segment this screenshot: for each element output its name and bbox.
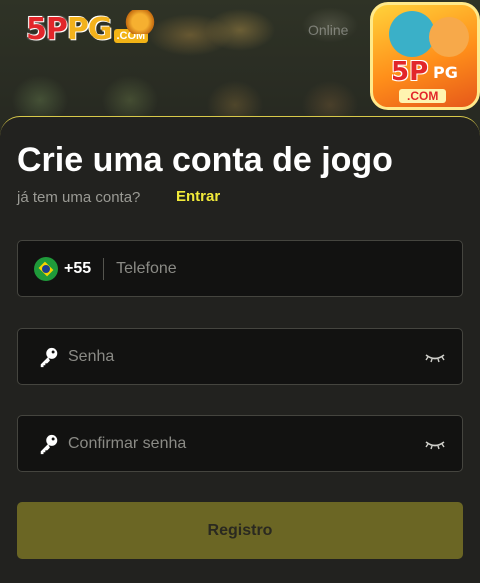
app-icon-com-text: .COM bbox=[399, 89, 447, 103]
app-icon-pg-text: PG bbox=[433, 63, 458, 82]
logo-5p-text: 5P bbox=[26, 12, 68, 47]
password-input[interactable] bbox=[60, 329, 425, 384]
eye-closed-icon[interactable] bbox=[425, 437, 445, 451]
logo-pg-text: PG bbox=[66, 12, 113, 47]
country-code[interactable]: +55 bbox=[64, 260, 91, 278]
app-icon[interactable]: 5P PG .COM bbox=[370, 2, 480, 110]
mascot-character-icon bbox=[389, 11, 435, 57]
mascot-companion-icon bbox=[429, 17, 469, 57]
key-icon bbox=[40, 434, 58, 454]
page-title: Crie uma conta de jogo bbox=[17, 141, 393, 179]
password-field[interactable] bbox=[17, 328, 463, 385]
login-link[interactable]: Entrar bbox=[176, 188, 220, 205]
confirm-password-input[interactable] bbox=[60, 416, 425, 471]
logo-mascot-icon bbox=[124, 10, 156, 34]
confirm-password-field[interactable] bbox=[17, 415, 463, 472]
register-button[interactable]: Registro bbox=[17, 502, 463, 559]
brazil-flag-icon[interactable] bbox=[34, 256, 58, 281]
app-icon-5p-text: 5P bbox=[391, 57, 429, 87]
phone-input[interactable] bbox=[104, 241, 462, 296]
phone-field[interactable]: +55 bbox=[17, 240, 463, 297]
eye-closed-icon[interactable] bbox=[425, 350, 445, 364]
key-icon bbox=[40, 347, 58, 367]
online-link[interactable]: Online bbox=[308, 22, 348, 38]
have-account-text: já tem uma conta? bbox=[17, 189, 141, 206]
